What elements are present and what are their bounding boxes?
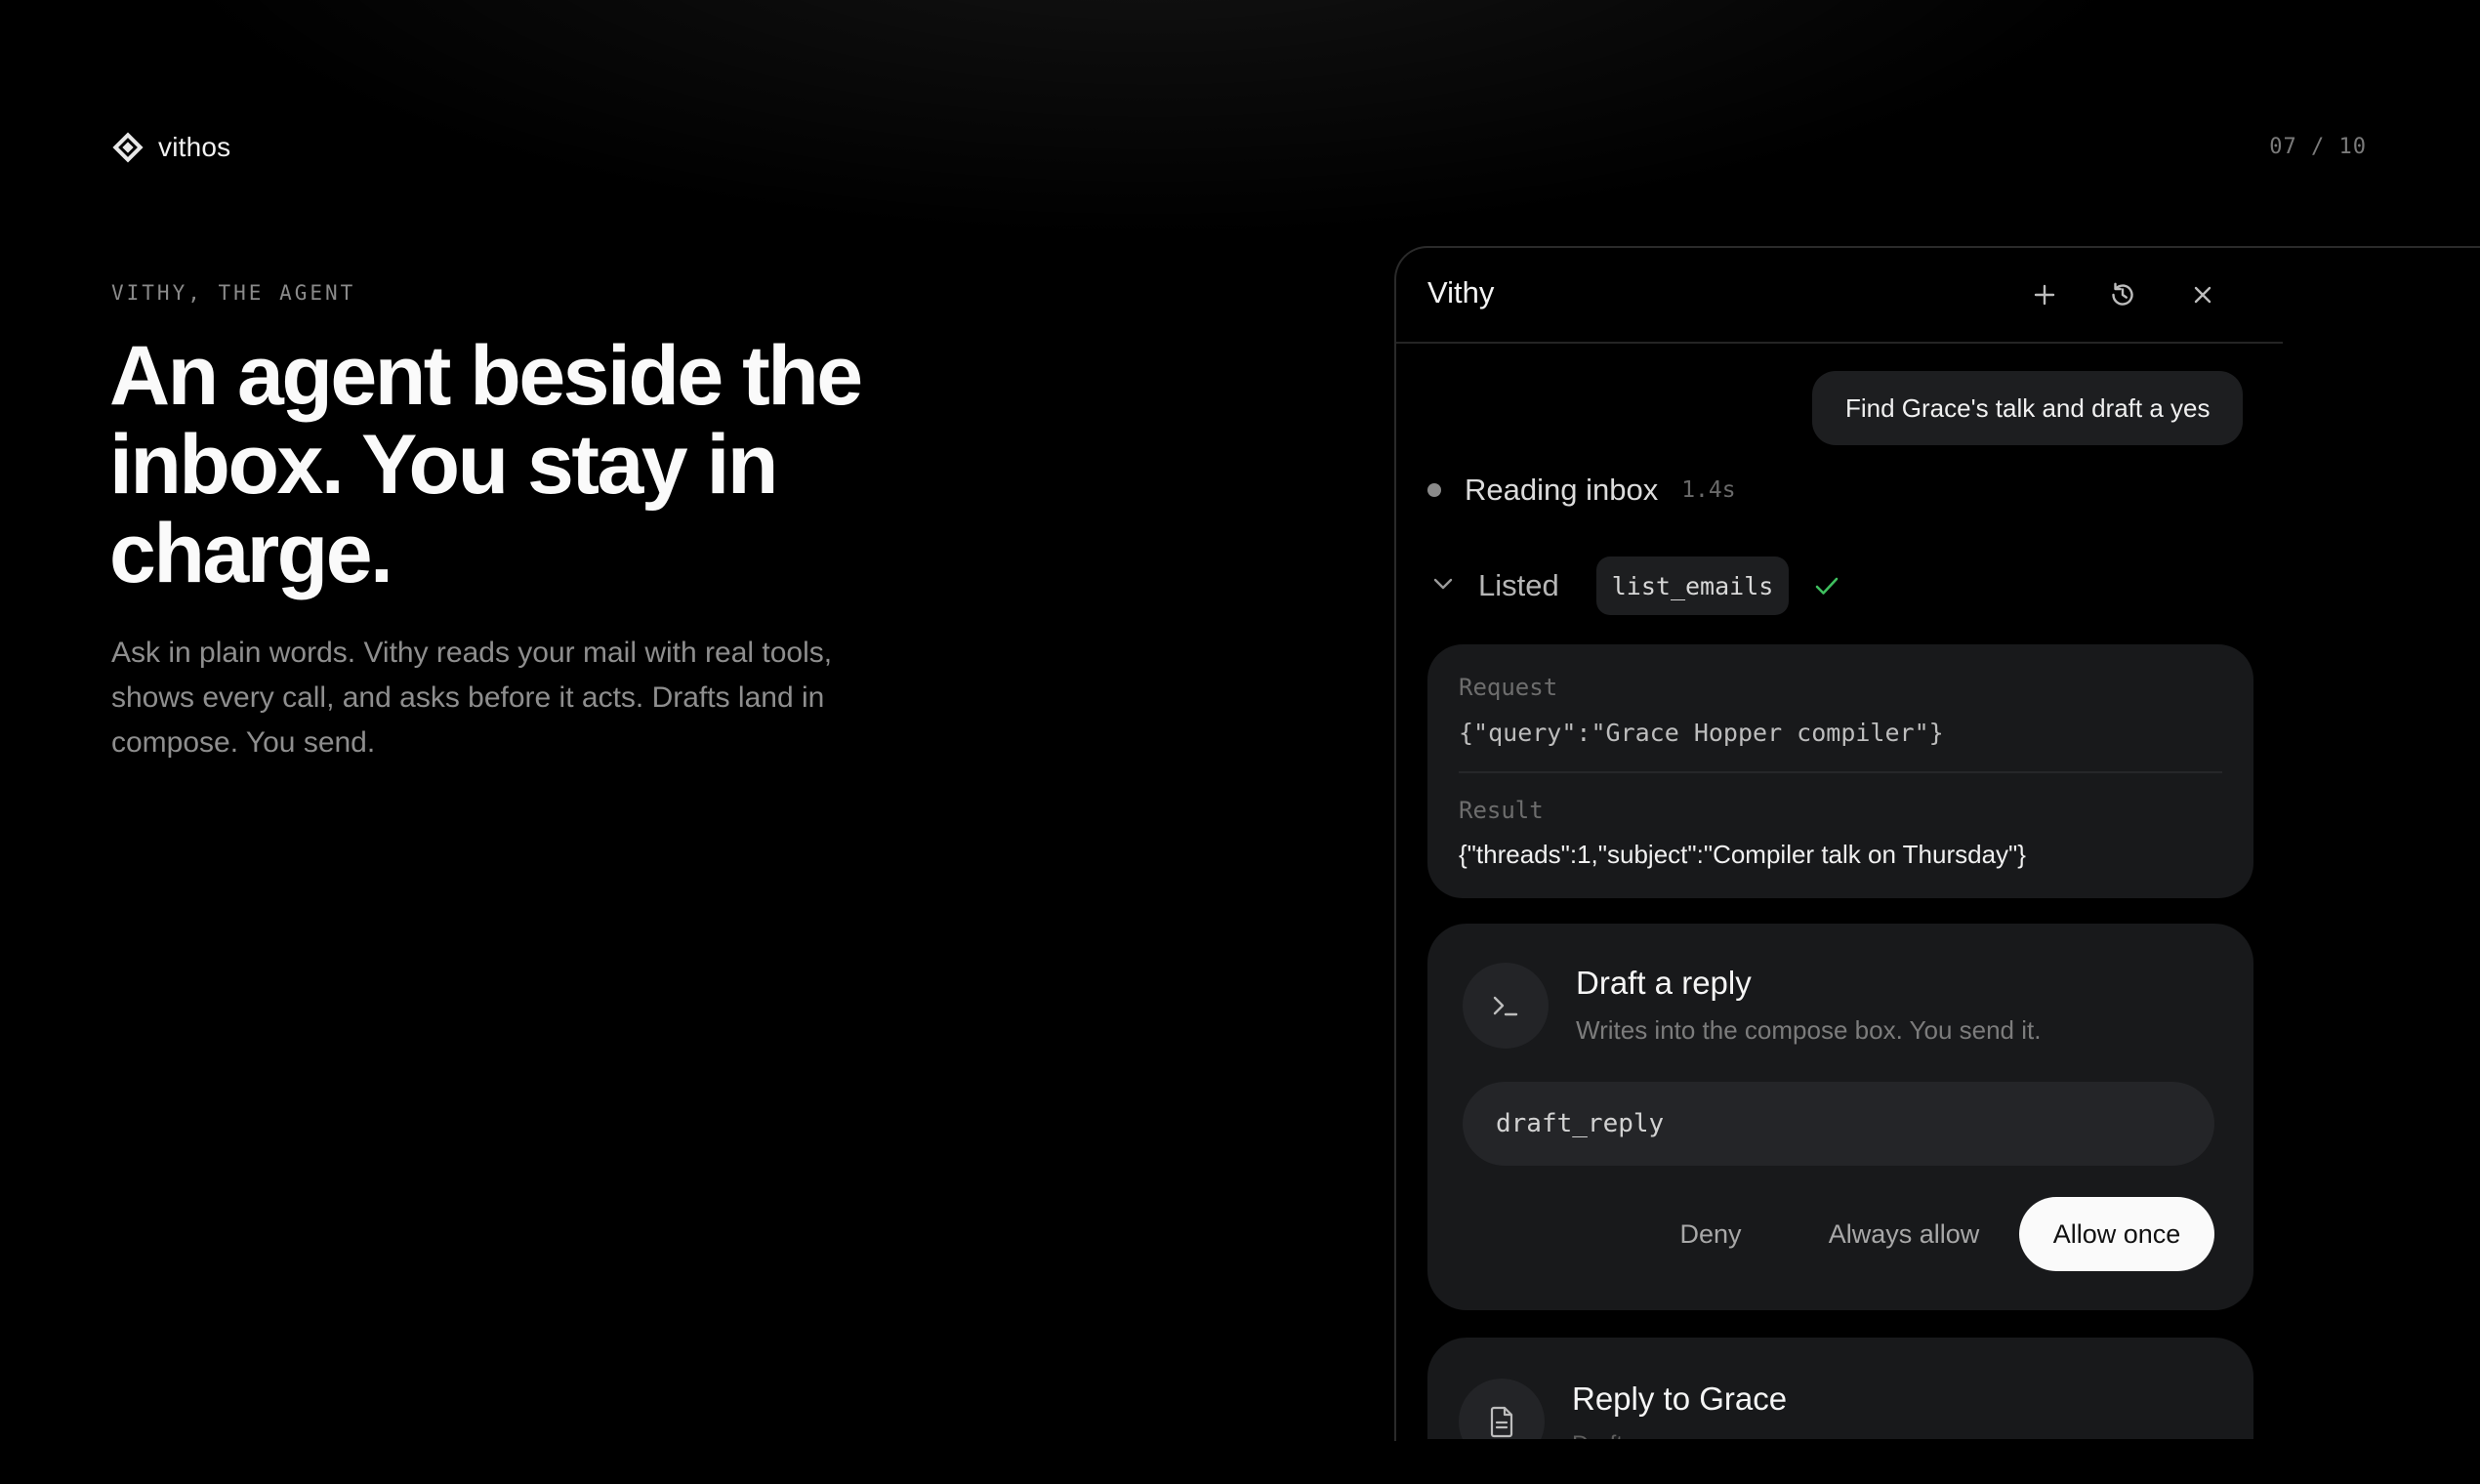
lede-line: shows every call, and asks before it act…	[111, 681, 825, 714]
panel-title: Vithy	[1427, 275, 1495, 309]
deny-button[interactable]: Deny	[1642, 1197, 1779, 1271]
history-icon	[2112, 282, 2133, 306]
brand-name: vithos	[158, 132, 231, 162]
terminal-icon	[1463, 963, 1549, 1049]
chevron-down-icon	[1429, 570, 1457, 602]
draft-card[interactable]: Reply to Grace Draft	[1427, 1338, 2253, 1441]
status-text: Reading inbox	[1465, 473, 1659, 507]
permission-card: Draft a reply Writes into the compose bo…	[1427, 924, 2253, 1310]
result-label: Result	[1459, 797, 1544, 824]
headline-line: charge.	[109, 507, 393, 600]
close-icon	[2194, 286, 2211, 304]
result-value: {"threads":1,"subject":"Compiler talk on…	[1459, 840, 2026, 869]
lede: Ask in plain words. Vithy reads your mai…	[111, 631, 951, 765]
lede-line: compose. You send.	[111, 726, 376, 759]
headline: An agent beside the inbox. You stay in c…	[109, 332, 988, 598]
tool-call-details: Request {"query":"Grace Hopper compiler"…	[1427, 644, 2253, 898]
tool-name-chip: list_emails	[1595, 556, 1790, 615]
slide-counter: 07 / 10	[2269, 135, 2367, 159]
check-icon	[1789, 569, 1843, 602]
lede-line: Ask in plain words. Vithy reads your mai…	[111, 637, 833, 669]
always-allow-button[interactable]: Always allow	[1802, 1197, 2005, 1271]
panel-bottom-mask	[1396, 1439, 2480, 1441]
draft-title: Reply to Grace	[1572, 1381, 1788, 1417]
tool-call-label: Listed	[1478, 568, 1559, 602]
status-row: Reading inbox 1.4s	[1427, 473, 1736, 508]
status-dot-icon	[1427, 483, 1441, 497]
permission-subtitle: Writes into the compose box. You send it…	[1576, 1015, 2042, 1045]
plus-icon	[2034, 284, 2055, 306]
allow-once-button[interactable]: Allow once	[2019, 1197, 2214, 1271]
headline-line: An agent beside the	[109, 329, 863, 423]
close-button[interactable]	[2185, 277, 2220, 312]
panel-header: Vithy	[1396, 248, 2283, 344]
user-message: Find Grace's talk and draft a yes	[1812, 371, 2244, 445]
headline-line: inbox. You stay in	[109, 418, 778, 512]
permission-title: Draft a reply	[1576, 965, 1752, 1001]
permission-tool-name: draft_reply	[1463, 1082, 2214, 1166]
agent-panel: Vithy Find Grace's talk and draft a yes …	[1394, 246, 2480, 1441]
request-label: Request	[1459, 674, 1558, 701]
brand[interactable]: vithos	[111, 131, 230, 164]
new-chat-button[interactable]	[2027, 277, 2062, 312]
divider	[1459, 771, 2222, 773]
eyebrow: VITHY, THE AGENT	[111, 281, 356, 305]
tool-call-toggle[interactable]: Listed list_emails	[1429, 556, 1843, 615]
request-value: {"query":"Grace Hopper compiler"}	[1459, 719, 1944, 747]
vithos-logo-icon	[112, 132, 144, 163]
document-icon	[1459, 1379, 1545, 1441]
status-time: 1.4s	[1681, 477, 1736, 503]
history-button[interactable]	[2105, 277, 2140, 312]
